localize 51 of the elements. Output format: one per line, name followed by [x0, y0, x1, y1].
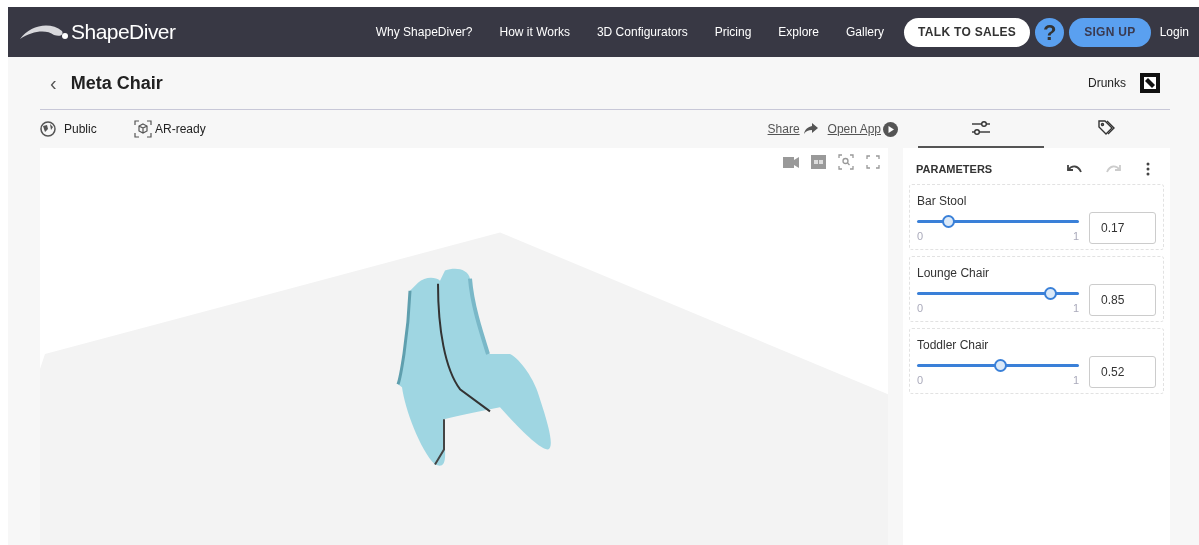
- nav-link[interactable]: Why ShapeDiver?: [375, 23, 473, 41]
- slider-thumb[interactable]: [1043, 287, 1057, 300]
- slider-thumb[interactable]: [994, 359, 1008, 372]
- help-button[interactable]: ?: [1035, 17, 1065, 47]
- nav-link[interactable]: How it Works: [499, 23, 570, 41]
- slider[interactable]: [917, 287, 1079, 300]
- open-app-link[interactable]: Open App: [827, 120, 881, 138]
- talk-to-sales-button[interactable]: TALK TO SALES: [904, 17, 1031, 47]
- slider-thumb[interactable]: [942, 215, 956, 228]
- ar-cube-icon: [134, 120, 152, 138]
- tags-icon: [1098, 120, 1116, 136]
- slider-max-label: 1: [1072, 301, 1079, 316]
- parameter-label: Bar Stool: [917, 193, 968, 210]
- visibility-label: Public: [64, 121, 97, 138]
- globe-icon: [40, 121, 56, 137]
- ar-ready-label: AR-ready: [155, 121, 206, 138]
- logo-text: ShapeDiver: [71, 19, 176, 46]
- slider[interactable]: [917, 359, 1079, 372]
- nav-link[interactable]: 3D Configurators: [596, 23, 688, 41]
- camera-icon[interactable]: [783, 156, 799, 168]
- share-arrow-icon: [803, 123, 818, 135]
- slider[interactable]: [917, 215, 1079, 228]
- back-button[interactable]: ‹: [50, 68, 57, 98]
- slider-min-label: 0: [917, 373, 924, 388]
- value-input-field[interactable]: 0.17: [1089, 212, 1156, 245]
- slider-min-label: 0: [917, 229, 924, 244]
- sliders-icon: [971, 120, 991, 136]
- undo-icon[interactable]: [1066, 164, 1082, 174]
- ar-icon[interactable]: [811, 155, 826, 169]
- fullscreen-icon[interactable]: [866, 155, 880, 169]
- logo-icon: [20, 23, 68, 41]
- nav-link[interactable]: Gallery: [846, 23, 885, 41]
- parameters-title: PARAMETERS: [916, 161, 993, 177]
- user-avatar-icon: [1140, 73, 1160, 93]
- sign-up-button[interactable]: SIGN UP: [1069, 17, 1151, 47]
- parameter-label: Toddler Chair: [917, 337, 990, 354]
- zoom-extents-icon[interactable]: [838, 154, 854, 170]
- value-input-field[interactable]: 0.85: [1089, 284, 1156, 317]
- page-title: Meta Chair: [70, 71, 163, 95]
- nav-link[interactable]: Explore: [778, 23, 820, 41]
- parameter-label: Lounge Chair: [917, 265, 991, 282]
- login-link[interactable]: Login: [1159, 23, 1189, 41]
- more-icon[interactable]: [1146, 162, 1150, 176]
- value-input-field[interactable]: 0.52: [1089, 356, 1156, 389]
- slider-max-label: 1: [1072, 373, 1079, 388]
- slider-min-label: 0: [917, 301, 924, 316]
- play-icon: [883, 121, 898, 137]
- share-link[interactable]: Share: [767, 120, 800, 138]
- slider-max-label: 1: [1072, 229, 1079, 244]
- nav-link[interactable]: Pricing: [714, 23, 752, 41]
- user-name: Drunks: [1088, 75, 1126, 92]
